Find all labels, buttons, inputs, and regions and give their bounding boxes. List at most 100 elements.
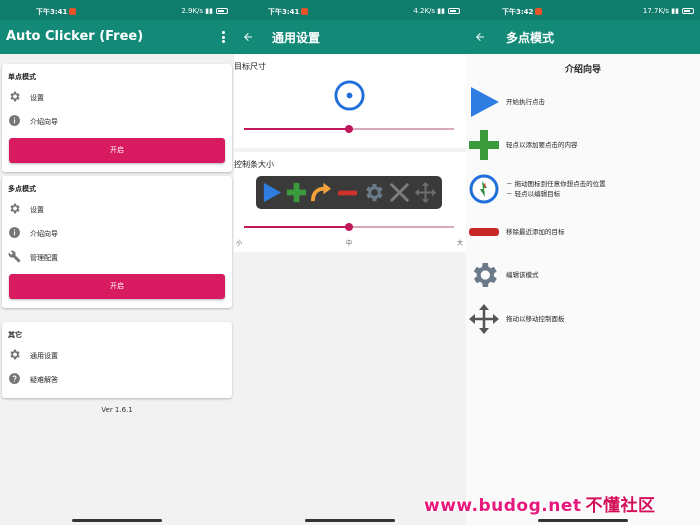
status-time: 下午3:41: [36, 7, 77, 17]
app-title: Auto Clicker (Free): [6, 29, 144, 44]
signal-icon: ▮▮: [671, 7, 679, 15]
guide-line: － 拖动图标到任意你想点击的位置: [506, 180, 606, 188]
screen-title: 多点模式: [506, 31, 555, 45]
gear-icon: [10, 203, 20, 214]
gear-icon: [10, 349, 20, 360]
target-icon: [469, 174, 499, 204]
app-bar: Auto Clicker (Free): [0, 20, 234, 54]
gear-icon: [10, 91, 20, 102]
single-mode-card: 单点模式 设置 介绍向导 开启: [2, 64, 232, 172]
info-icon: [9, 115, 20, 126]
tick-medium: 中: [346, 240, 353, 247]
status-bar: 下午3:41 4.2K/s ▮▮: [234, 0, 466, 20]
help-icon: [9, 373, 20, 384]
move-icon: [469, 304, 499, 334]
status-bar: 下午3:41 2.9K/s ▮▮: [0, 0, 234, 20]
back-arrow-icon[interactable]: [242, 31, 254, 43]
close-icon: [389, 182, 410, 203]
status-bar: 下午3:42 17.7K/s ▮▮: [466, 0, 700, 20]
row-label: 设置: [30, 94, 44, 102]
watermark: www.budog.net 不懂社区: [424, 491, 696, 521]
gear-icon: [366, 183, 383, 202]
other-card: 其它 通用设置 疑难解答: [2, 322, 232, 398]
watermark-url: www.budog.net: [424, 496, 582, 516]
guide-heading: 介绍向导: [564, 65, 601, 75]
gear-icon: [473, 263, 497, 287]
general-settings-screen: 下午3:41 4.2K/s ▮▮ 通用设置 目标尺寸 控制条大小 小 中 大: [234, 0, 466, 525]
multi-mode-header: 多点模式: [8, 185, 36, 193]
plus-icon: [469, 130, 499, 160]
slider-fill: [244, 128, 349, 130]
single-mode-start-button[interactable]: 开启: [9, 138, 225, 163]
tick-small: 小: [236, 240, 243, 247]
multi-mode-settings[interactable]: 设置: [8, 202, 228, 216]
battery-icon: [682, 8, 694, 14]
guide-text: 开始执行点击: [506, 98, 545, 106]
plus-icon: [286, 182, 307, 203]
minus-icon: [469, 228, 499, 236]
more-menu-icon[interactable]: [222, 31, 226, 43]
slider-thumb[interactable]: [345, 125, 353, 133]
battery-icon: [216, 8, 228, 14]
single-mode-settings[interactable]: 设置: [8, 90, 228, 104]
minus-icon: [337, 190, 358, 196]
guide-item-edit: 编辑该模式: [466, 259, 700, 291]
row-label: 通用设置: [30, 352, 58, 360]
status-time-text: 下午3:41: [36, 8, 68, 16]
back-arrow-icon[interactable]: [474, 31, 486, 43]
target-size-slider[interactable]: [244, 124, 454, 134]
guide-item-target: － 拖动图标到任意你想点击的位置 － 轻点以编辑目标: [466, 173, 700, 205]
general-settings-item[interactable]: 通用设置: [8, 348, 228, 362]
guide-item-remove: 移除最近添加的目标: [466, 216, 700, 248]
row-label: 疑难解答: [30, 376, 58, 384]
guide-text: 编辑该模式: [506, 271, 539, 279]
wrench-icon: [8, 250, 21, 263]
status-time-text: 下午3:41: [268, 8, 300, 16]
target-preview-icon: [334, 80, 365, 111]
guide-text: 移除最近添加的目标: [506, 228, 565, 236]
guide-text: 轻点以添加要点击的内容: [506, 141, 578, 149]
battery-icon: [448, 8, 460, 14]
nav-gesture-bar[interactable]: [305, 519, 395, 522]
multi-mode-guide[interactable]: 介绍向导: [8, 226, 228, 240]
toolbar-size-slider[interactable]: [244, 222, 454, 232]
network-speed: 17.7K/s: [642, 7, 670, 15]
toolbar-preview: [256, 176, 442, 209]
network-speed: 2.9K/s: [181, 7, 204, 15]
row-label: 管理配置: [30, 254, 58, 262]
multi-mode-start-button[interactable]: 开启: [9, 274, 225, 299]
main-screen: 下午3:41 2.9K/s ▮▮ Auto Clicker (Free) 单点模…: [0, 0, 234, 525]
row-label: 介绍向导: [30, 118, 58, 126]
single-mode-guide[interactable]: 介绍向导: [8, 114, 228, 128]
status-right: 17.7K/s ▮▮: [643, 7, 694, 15]
guide-item-start: 开始执行点击: [466, 86, 700, 118]
guide-text: － 拖动图标到任意你想点击的位置 － 轻点以编辑目标: [506, 179, 606, 199]
multi-mode-card: 多点模式 设置 介绍向导 管理配置 开启: [2, 176, 232, 308]
status-time-text: 下午3:42: [502, 8, 534, 16]
multi-mode-manage-config[interactable]: 管理配置: [8, 250, 228, 264]
slider-thumb[interactable]: [345, 223, 353, 231]
play-icon: [471, 87, 499, 117]
other-header: 其它: [8, 331, 22, 339]
notification-icon: [69, 8, 77, 15]
version-label: Ver 1.6.1: [101, 406, 133, 414]
signal-icon: ▮▮: [437, 7, 445, 15]
single-mode-header: 单点模式: [8, 73, 36, 81]
info-icon: [9, 227, 20, 238]
network-speed: 4.2K/s: [413, 7, 436, 15]
screen-title: 通用设置: [272, 31, 321, 45]
status-right: 2.9K/s ▮▮: [181, 7, 228, 15]
toolbar-size-label: 控制条大小: [234, 160, 274, 169]
nav-gesture-bar[interactable]: [72, 519, 162, 522]
faq-item[interactable]: 疑难解答: [8, 372, 228, 386]
status-right: 4.2K/s ▮▮: [413, 7, 460, 15]
guide-item-move: 拖动以移动控制面板: [466, 303, 700, 335]
app-bar: 通用设置: [234, 20, 466, 54]
status-time: 下午3:42: [502, 7, 543, 17]
notification-icon: [535, 8, 543, 15]
target-size-section: 目标尺寸: [234, 54, 466, 148]
guide-item-add: 轻点以添加要点击的内容: [466, 129, 700, 161]
signal-icon: ▮▮: [205, 7, 213, 15]
target-size-label: 目标尺寸: [234, 62, 266, 71]
row-label: 设置: [30, 206, 44, 214]
